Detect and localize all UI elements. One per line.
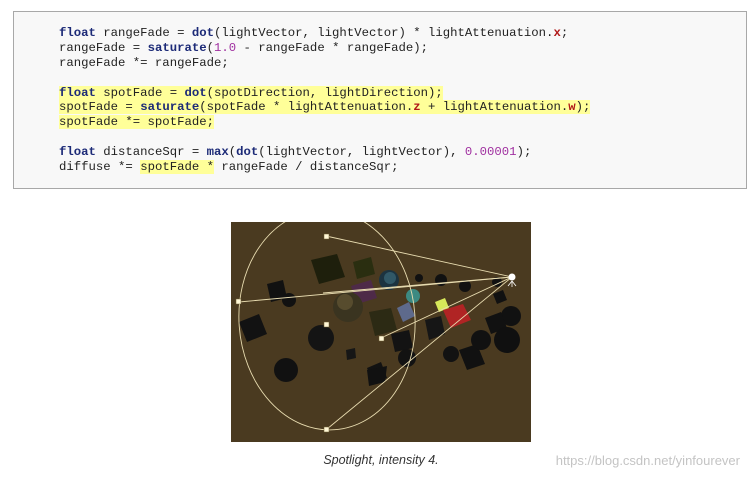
code-token: rangeFade / distanceSqr;	[213, 160, 399, 175]
code-token: );	[575, 100, 591, 115]
code-token: rangeFade *= rangeFade;	[59, 55, 229, 70]
code-token: + lightAttenuation.	[420, 100, 569, 115]
code-token: saturate	[140, 100, 200, 115]
code-line: spotFade = saturate(spotFade * lightAtte…	[59, 100, 591, 115]
code-token: );	[516, 145, 532, 160]
code-token: dot	[191, 26, 214, 40]
code-token: x	[553, 26, 561, 40]
code-listing: float rangeFade = dot(lightVector, light…	[59, 26, 591, 175]
code-token: 0.00001	[464, 145, 517, 160]
code-token: distanceSqr =	[95, 145, 207, 160]
code-token: diffuse *=	[59, 160, 141, 175]
code-line: rangeFade = saturate(1.0 - rangeFade * r…	[59, 41, 590, 56]
code-line: rangeFade *= rangeFade;	[59, 56, 590, 71]
code-token: 1.0	[214, 40, 237, 55]
code-token: float	[59, 145, 96, 160]
code-token: (lightVector, lightVector) * lightAttenu…	[213, 26, 554, 40]
code-token: - rangeFade * rangeFade);	[236, 40, 429, 55]
code-token: (lightVector, lightVector),	[258, 145, 465, 160]
code-line: diffuse *= spotFade * rangeFade / distan…	[59, 160, 590, 175]
code-token: rangeFade =	[95, 26, 192, 40]
spotlight-figure	[231, 222, 531, 442]
spotlight-scene-image	[231, 222, 531, 442]
code-token: spotFade *	[140, 160, 214, 175]
watermark: https://blog.csdn.net/yinfourever	[555, 453, 740, 468]
code-token: (spotDirection, lightDirection);	[206, 85, 443, 100]
code-token: dot	[184, 85, 207, 100]
code-token: dot	[236, 145, 259, 160]
code-block: float rangeFade = dot(lightVector, light…	[13, 11, 747, 189]
code-token: z	[413, 100, 421, 115]
code-token: rangeFade =	[59, 40, 148, 55]
code-line: spotFade *= spotFade;	[59, 115, 590, 130]
code-token: saturate	[147, 40, 207, 55]
code-token: ;	[560, 26, 569, 40]
code-token: (	[206, 40, 214, 55]
code-token: max	[206, 145, 229, 160]
code-token: w	[568, 100, 576, 115]
code-token: (spotFade * lightAttenuation.	[199, 100, 414, 115]
code-line: float rangeFade = dot(lightVector, light…	[59, 26, 590, 41]
code-line: float spotFade = dot(spotDirection, ligh…	[59, 85, 590, 101]
code-token: float	[59, 85, 96, 100]
code-token: spotFade *= spotFade;	[59, 115, 214, 130]
code-token: float	[59, 26, 96, 40]
code-token: spotFade =	[95, 85, 185, 100]
code-line: float distanceSqr = max(dot(lightVector,…	[59, 145, 590, 160]
code-token: spotFade =	[59, 100, 141, 115]
